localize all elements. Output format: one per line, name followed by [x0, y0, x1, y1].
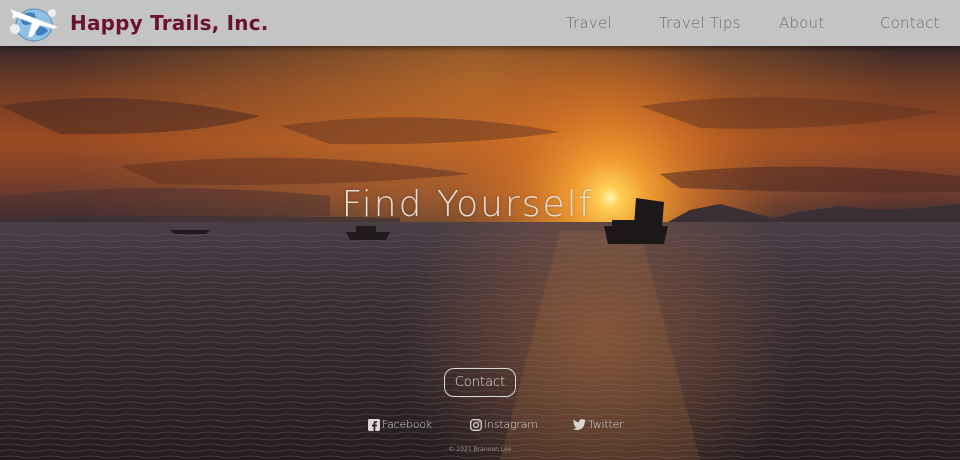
social-label-twitter: Twitter [588, 418, 624, 431]
hero-headline: Find Yourself [341, 184, 594, 225]
twitter-icon [573, 419, 586, 430]
social-link-facebook[interactable]: Facebook [368, 418, 432, 431]
social-label-instagram: Instagram [484, 418, 538, 431]
globe-airplane-icon[interactable] [6, 3, 62, 43]
contact-button[interactable]: Contact [444, 368, 516, 397]
brand-name[interactable]: Happy Trails, Inc. [70, 11, 269, 35]
nav-about[interactable]: About [779, 14, 824, 32]
footer-copyright: © 2021 Brannon Lee [448, 446, 512, 453]
social-link-twitter[interactable]: Twitter [573, 418, 624, 431]
instagram-icon [470, 418, 482, 431]
social-link-instagram[interactable]: Instagram [470, 418, 538, 431]
facebook-icon [368, 418, 380, 431]
nav-contact[interactable]: Contact [880, 14, 940, 32]
nav-travel-tips[interactable]: Travel Tips [659, 14, 741, 32]
sunset-sea-background [0, 46, 960, 460]
social-label-facebook: Facebook [382, 418, 433, 431]
top-navbar: Happy Trails, Inc. Travel Travel Tips Ab… [0, 0, 960, 46]
nav-travel[interactable]: Travel [566, 14, 612, 32]
hero-section: Find Yourself Contact Facebook Instagram… [0, 46, 960, 460]
